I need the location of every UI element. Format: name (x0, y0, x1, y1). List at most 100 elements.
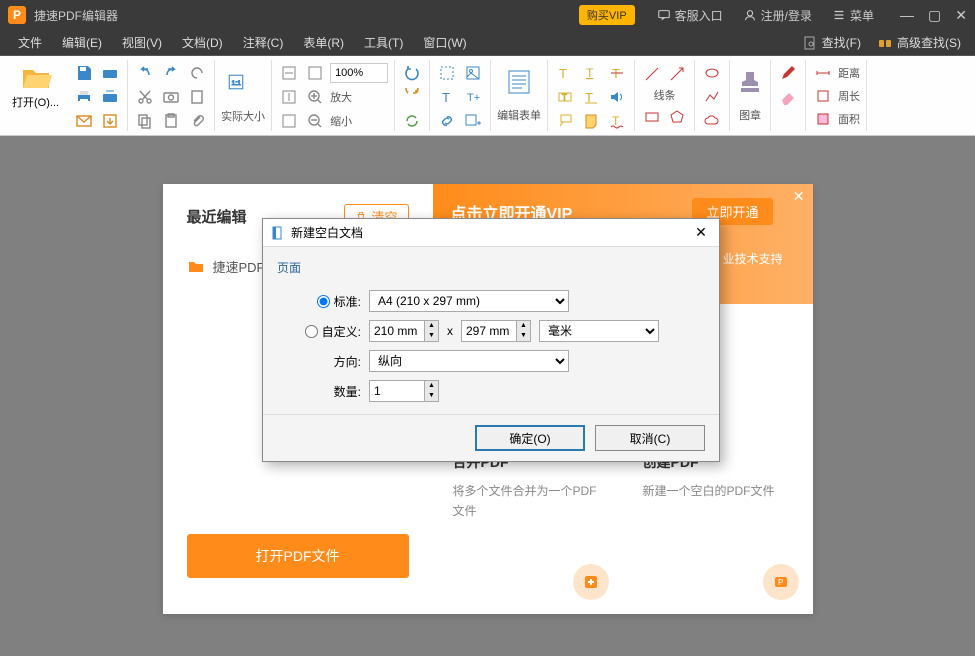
open-button[interactable]: 打开(O)... (4, 60, 67, 131)
polygon-button[interactable] (666, 106, 688, 128)
underline-button[interactable]: T (580, 62, 602, 84)
maximize-button[interactable]: ▢ (928, 8, 941, 22)
buy-vip-button[interactable]: 购买VIP (579, 5, 635, 25)
strikeout-button[interactable]: T (606, 62, 628, 84)
save-button[interactable] (73, 62, 95, 84)
menu-comment[interactable]: 注释(C) (233, 34, 294, 51)
link-button[interactable] (436, 110, 458, 132)
custom-radio[interactable] (305, 325, 318, 338)
register-link[interactable]: 注册/登录 (743, 7, 812, 24)
card-desc: 将多个文件合并为一个PDF文件 (453, 482, 603, 520)
support-link[interactable]: 客服入口 (657, 7, 723, 24)
fit-width-button[interactable] (278, 62, 300, 84)
add-text-button[interactable]: T+ (462, 86, 484, 108)
highlight-button[interactable]: T (554, 62, 576, 84)
add-image-button[interactable] (462, 110, 484, 132)
unit-select[interactable]: 毫米 (539, 320, 659, 342)
cloud-button[interactable] (701, 110, 723, 132)
rotate-left-button[interactable] (401, 62, 423, 84)
note-button[interactable] (580, 110, 602, 132)
export-button[interactable] (99, 110, 121, 132)
eraser-button[interactable] (777, 86, 799, 108)
rotate-right-button[interactable] (401, 86, 423, 108)
rect-button[interactable] (641, 106, 663, 128)
squiggly-icon: T (608, 112, 626, 130)
refresh-button[interactable] (401, 110, 423, 132)
close-button[interactable]: ✕ (955, 8, 967, 22)
print-button[interactable] (73, 86, 95, 108)
standard-radio[interactable] (317, 295, 330, 308)
fit-height-button[interactable] (278, 86, 300, 108)
height-down[interactable]: ▼ (516, 331, 530, 341)
camera-button[interactable] (160, 86, 182, 108)
zoom-input[interactable] (330, 63, 388, 83)
undo-all-icon (188, 64, 206, 82)
attach-button[interactable] (186, 110, 208, 132)
ok-button[interactable]: 确定(O) (475, 425, 585, 451)
width-down[interactable]: ▼ (424, 331, 438, 341)
undo-button[interactable] (134, 62, 156, 84)
menu-window[interactable]: 窗口(W) (413, 34, 476, 51)
textbox-button[interactable]: T (554, 86, 576, 108)
actual-size-button[interactable]: 1:1 (221, 67, 251, 97)
image-button[interactable] (462, 62, 484, 84)
email-button[interactable] (73, 110, 95, 132)
clipboard-button[interactable] (160, 110, 182, 132)
copy-button[interactable] (134, 110, 156, 132)
paste-icon (188, 88, 206, 106)
perimeter-button[interactable] (812, 85, 834, 107)
camera-icon (162, 88, 180, 106)
redo-button[interactable] (160, 62, 182, 84)
menu-form[interactable]: 表单(R) (293, 34, 354, 51)
zoom-in-button[interactable] (304, 86, 326, 108)
undo-all-button[interactable] (186, 62, 208, 84)
pencil-button[interactable] (777, 62, 799, 84)
menu-document[interactable]: 文档(D) (172, 34, 233, 51)
width-up[interactable]: ▲ (424, 321, 438, 331)
standard-size-select[interactable]: A4 (210 x 297 mm) (369, 290, 569, 312)
vip-close-button[interactable]: ✕ (793, 188, 805, 205)
svg-text:T+: T+ (467, 92, 480, 104)
dialog-close-button[interactable]: ✕ (691, 224, 711, 241)
stamp-icon[interactable] (736, 68, 764, 96)
menu-tools[interactable]: 工具(T) (354, 34, 413, 51)
count-up[interactable]: ▲ (424, 381, 438, 391)
cancel-button[interactable]: 取消(C) (595, 425, 705, 451)
distance-button[interactable] (812, 62, 834, 84)
main-menu-button[interactable]: 菜单 (832, 7, 874, 24)
oval-button[interactable] (701, 62, 723, 84)
from-scanner-button[interactable] (99, 86, 121, 108)
standard-radio-wrap[interactable]: 标准: (277, 293, 369, 310)
custom-radio-wrap[interactable]: 自定义: (277, 323, 369, 340)
menu-view[interactable]: 视图(V) (112, 34, 172, 51)
menu-edit[interactable]: 编辑(E) (52, 34, 112, 51)
fit-visible-button[interactable] (278, 110, 300, 132)
arrow-button[interactable] (666, 63, 688, 85)
height-up[interactable]: ▲ (516, 321, 530, 331)
squiggly-button[interactable]: T (606, 110, 628, 132)
scan-button[interactable] (99, 62, 121, 84)
callout-button[interactable] (554, 110, 576, 132)
cut-button[interactable] (134, 86, 156, 108)
paste-button[interactable] (186, 86, 208, 108)
polyline-button[interactable] (701, 86, 723, 108)
open-pdf-button[interactable]: 打开PDF文件 (187, 534, 409, 578)
count-down[interactable]: ▼ (424, 391, 438, 401)
select-text-button[interactable] (436, 62, 458, 84)
sound-button[interactable] (606, 86, 628, 108)
menu-file[interactable]: 文件 (8, 34, 52, 51)
typewriter-button[interactable]: T (580, 86, 602, 108)
dialog-titlebar[interactable]: 新建空白文档 ✕ (263, 219, 719, 247)
advanced-find-button[interactable]: 高级查找(S) (871, 32, 967, 53)
find-button[interactable]: 查找(F) (796, 32, 867, 53)
minimize-button[interactable]: — (900, 8, 914, 22)
area-button[interactable] (812, 108, 834, 130)
line-button[interactable] (641, 63, 663, 85)
orientation-select[interactable]: 纵向 (369, 350, 569, 372)
zoom-out-button[interactable] (304, 110, 326, 132)
count-label: 数量: (277, 383, 369, 400)
text-tool-button[interactable]: T (436, 86, 458, 108)
eraser-icon (779, 88, 797, 106)
doc-icon: P (763, 564, 799, 600)
fit-page-button[interactable] (304, 62, 326, 84)
